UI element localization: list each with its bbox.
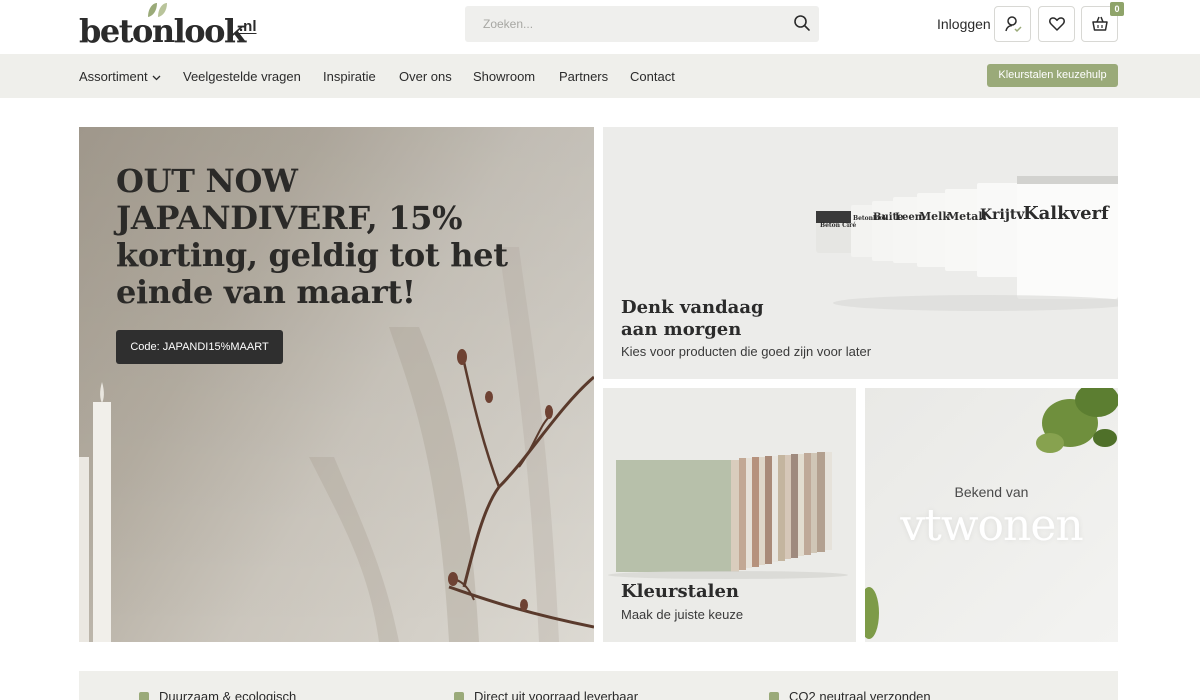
card-title: Kleurstalen [621,581,739,602]
card-subtitle: Kies voor producten die goed zijn voor l… [621,344,872,359]
card-subtitle: Maak de juiste keuze [621,607,744,622]
main-nav: Assortiment Veelgestelde vragen Inspirat… [0,54,1200,98]
nav-item-faq[interactable]: Veelgestelde vragen [183,69,301,84]
usp-item: Duurzaam & ecologisch [139,689,296,700]
nav-item-assortiment[interactable]: Assortiment [79,69,161,84]
nav-item-showroom[interactable]: Showroom [473,69,535,84]
leaf-icon [139,692,149,700]
nav-item-inspiratie[interactable]: Inspiratie [323,69,376,84]
search-placeholder: Zoeken... [483,17,534,31]
vtwonen-logo: vtwonen [900,500,1083,551]
betonlook-logo[interactable]: betonlook .nl [79,0,259,50]
account-button[interactable] [994,6,1031,42]
paint-cans-image: Beton Ciré Betonlook Buite Leem Melk Met… [816,176,1118,311]
usp-bar: Duurzaam & ecologisch Direct uit voorraa… [79,671,1118,700]
kleurstalen-keuzehulp-button[interactable]: Kleurstalen keuzehulp [987,64,1118,87]
hero-title: OUT NOW JAPANDIVERF, 15% korting, geldig… [116,162,508,311]
can-label-kalkverf: Kalkverf [1023,203,1110,224]
discount-code-button[interactable]: Code: JAPANDI15%MAART [116,330,283,364]
nav-item-over-ons[interactable]: Over ons [399,69,452,84]
can-label-melk: Melk [919,210,950,223]
hero-banner[interactable]: OUT NOW JAPANDIVERF, 15% korting, geldig… [79,127,594,642]
basket-icon [1092,16,1108,31]
logo-wordmark: betonlook [79,12,246,50]
nav-item-contact[interactable]: Contact [630,69,675,84]
nav-item-partners[interactable]: Partners [559,69,608,84]
card-title: Denk vandaag aan morgen [621,297,764,340]
known-from-label: Bekend van [954,484,1029,500]
user-icon [1005,16,1022,33]
cart-count-badge: 0 [1110,2,1124,16]
chevron-down-icon [152,75,161,81]
logo-tld: .nl [239,18,257,35]
sustainability-card[interactable]: Beton Ciré Betonlook Buite Leem Melk Met… [603,127,1118,379]
usp-item: Direct uit voorraad leverbaar [454,689,638,700]
search-input[interactable]: Zoeken... [465,6,819,42]
can-label-krijtv: Krijtv [980,207,1025,223]
color-samples-image [608,452,848,579]
login-link[interactable]: Inloggen [937,16,991,32]
kleurstalen-card[interactable]: Kleurstalen Maak de juiste keuze [603,388,856,642]
plant-icon [769,692,779,700]
site-header: betonlook .nl Zoeken... Inloggen 0 [0,0,1200,54]
can-label-beton-cire: Beton Ciré [820,222,856,229]
wishlist-button[interactable] [1038,6,1075,42]
vtwonen-card[interactable]: Bekend van vtwonen [865,388,1118,642]
search-icon[interactable] [793,14,811,32]
heart-icon [1049,17,1065,31]
usp-item: CO2 neutraal verzonden [769,689,931,700]
box-icon [454,692,464,700]
